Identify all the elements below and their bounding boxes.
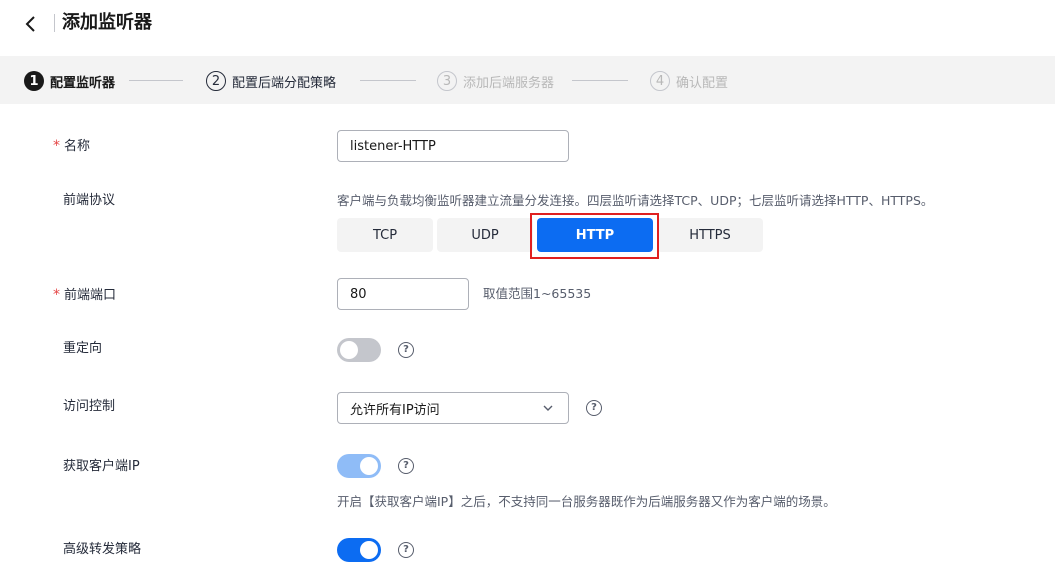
- chevron-down-icon: [543, 405, 553, 411]
- step-4: 4 确认配置: [650, 70, 728, 92]
- advanced-policy-label: 高级转发策略: [63, 542, 142, 557]
- step-number: 2: [206, 71, 226, 91]
- access-control-value: 允许所有IP访问: [350, 402, 440, 418]
- page-header: 添加监听器: [0, 0, 1055, 50]
- name-label: * 名称: [53, 138, 91, 154]
- port-hint: 取值范围1~65535: [483, 286, 592, 301]
- required-mark: *: [53, 287, 60, 303]
- header-divider: [54, 14, 55, 32]
- step-connector: [572, 80, 628, 81]
- protocol-option-udp[interactable]: UDP: [437, 218, 533, 252]
- step-label: 配置后端分配策略: [232, 75, 337, 91]
- client-ip-label: 获取客户端IP: [63, 459, 140, 474]
- step-number: 3: [437, 71, 457, 91]
- port-label: * 前端端口: [53, 287, 117, 303]
- client-ip-hint: 开启【获取客户端IP】之后，不支持同一台服务器既作为后端服务器又作为客户端的场景…: [337, 494, 836, 509]
- step-label: 添加后端服务器: [463, 75, 555, 91]
- advanced-policy-toggle[interactable]: [337, 538, 381, 562]
- step-number: 4: [650, 71, 670, 91]
- listener-form: * 名称 listener-HTTP 前端协议 客户端与负载均衡监听器建立流量分发…: [21, 110, 1055, 581]
- port-input-value: 80: [350, 286, 367, 302]
- name-input[interactable]: listener-HTTP: [337, 130, 569, 162]
- required-mark: *: [53, 138, 60, 154]
- chevron-left-icon[interactable]: [21, 12, 41, 36]
- redirect-toggle[interactable]: [337, 338, 381, 362]
- client-ip-toggle: [337, 454, 381, 478]
- step-connector: [129, 80, 183, 81]
- access-control-label: 访问控制: [63, 399, 116, 414]
- highlight-box: [530, 213, 659, 259]
- step-connector: [360, 80, 416, 81]
- step-1: 1 配置监听器: [24, 70, 115, 92]
- page-title: 添加监听器: [62, 12, 152, 33]
- step-label: 配置监听器: [50, 75, 116, 91]
- question-circle-icon[interactable]: ?: [398, 458, 414, 474]
- protocol-option-tcp[interactable]: TCP: [337, 218, 433, 252]
- question-circle-icon[interactable]: ?: [398, 542, 414, 558]
- redirect-label: 重定向: [63, 341, 103, 356]
- step-3: 3 添加后端服务器: [437, 70, 554, 92]
- steps-bar: 1 配置监听器 2 配置后端分配策略 3 添加后端服务器 4 确认配置: [0, 56, 1055, 104]
- name-input-value: listener-HTTP: [350, 138, 436, 154]
- step-2: 2 配置后端分配策略: [206, 70, 336, 92]
- question-circle-icon[interactable]: ?: [586, 400, 602, 416]
- protocol-hint: 客户端与负载均衡监听器建立流量分发连接。四层监听请选择TCP、UDP；七层监听请…: [337, 193, 934, 208]
- access-control-select[interactable]: 允许所有IP访问: [337, 392, 569, 424]
- step-number: 1: [24, 71, 44, 91]
- protocol-option-https[interactable]: HTTPS: [657, 218, 763, 252]
- protocol-label: 前端协议: [63, 193, 116, 208]
- question-circle-icon[interactable]: ?: [398, 342, 414, 358]
- step-label: 确认配置: [676, 75, 729, 91]
- port-input[interactable]: 80: [337, 278, 469, 310]
